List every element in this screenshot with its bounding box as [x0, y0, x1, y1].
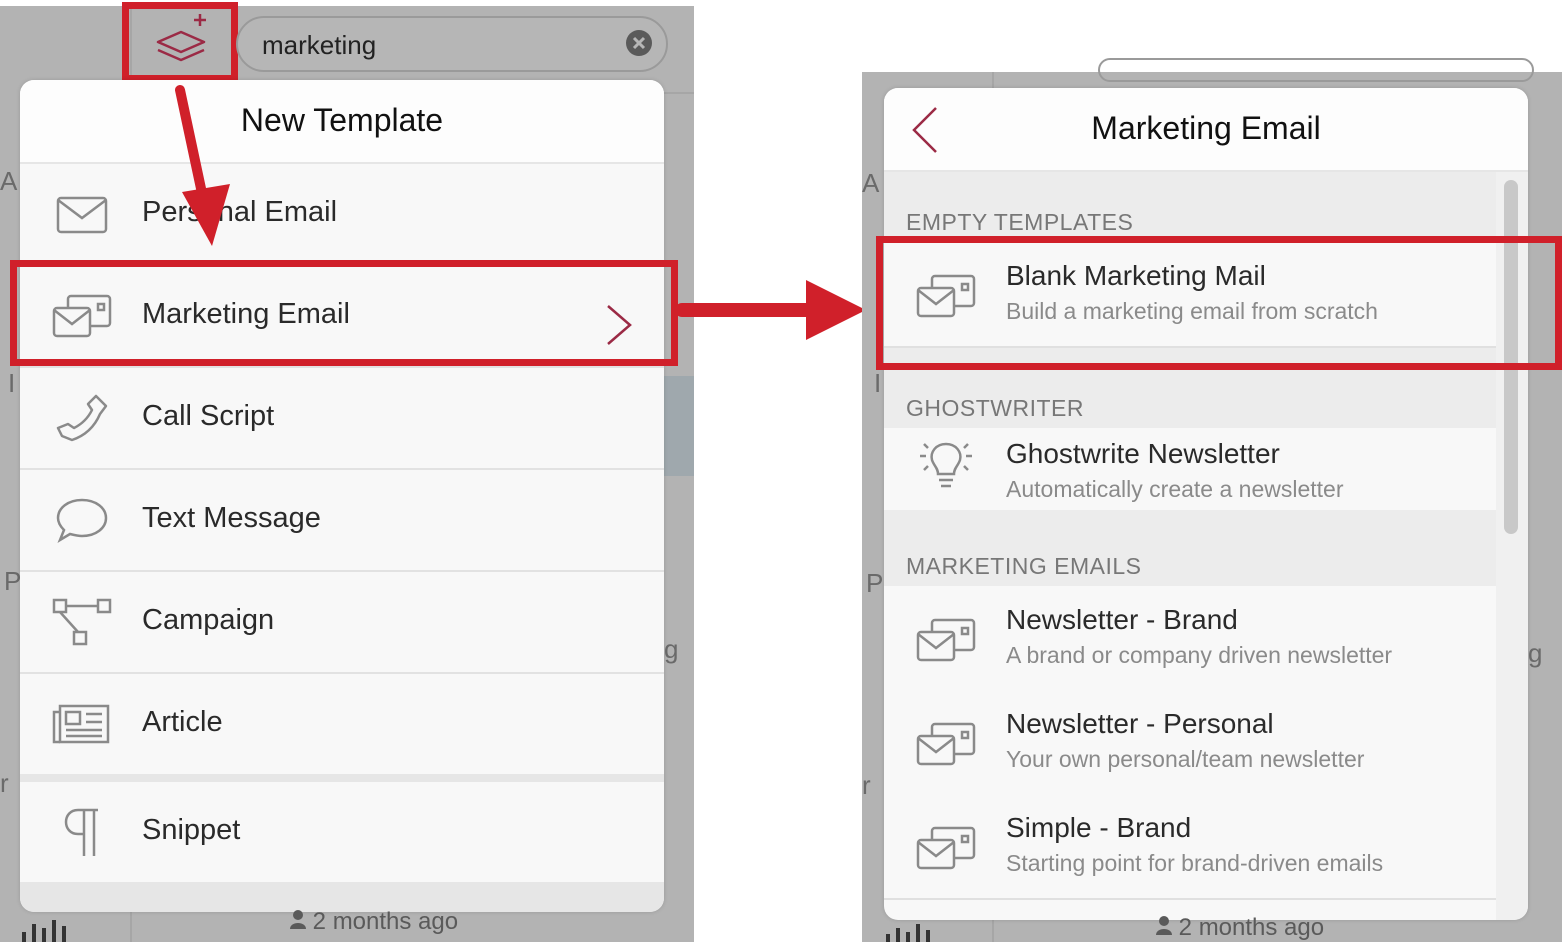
search-input[interactable] [262, 28, 612, 62]
lightbulb-icon [920, 442, 972, 488]
chart-icon [884, 920, 934, 942]
marketing-mail-icon [916, 618, 976, 662]
template-newsletter-personal[interactable]: Newsletter - Personal Your own personal/… [884, 690, 1496, 796]
phone-icon [56, 394, 108, 442]
new-template-popover: New Template Personal Email Marketing Em… [20, 80, 664, 912]
menu-item-personal-email[interactable]: Personal Email [20, 164, 664, 266]
clear-search-icon[interactable] [626, 30, 652, 56]
menu-item-article[interactable]: Article [20, 674, 664, 776]
highlight-new-template [122, 2, 238, 82]
menu-item-text-message[interactable]: Text Message [20, 470, 664, 572]
menu-item-campaign[interactable]: Campaign [20, 572, 664, 674]
timestamp-text: 2 months ago [312, 908, 459, 935]
popover-title: New Template [240, 102, 444, 138]
highlight-marketing-email [10, 260, 678, 366]
menu-item-label: Text Message [142, 502, 321, 534]
newspaper-icon [52, 704, 110, 744]
pilcrow-icon [64, 808, 98, 856]
template-subtitle: A brand or company driven newsletter [1006, 642, 1393, 668]
template-simple-brand[interactable]: Simple - Brand Starting point for brand-… [884, 794, 1496, 900]
user-icon [290, 908, 306, 929]
menu-item-label: Call Script [142, 400, 275, 432]
template-title: Simple - Brand [1006, 812, 1192, 843]
timestamp-text: 2 months ago [1178, 914, 1325, 941]
chart-icon [20, 914, 70, 942]
menu-item-snippet[interactable]: Snippet [20, 782, 664, 884]
timestamp-left: 2 months ago [290, 908, 458, 936]
menu-item-label: Article [142, 706, 223, 738]
template-subtitle: Your own personal/team newsletter [1006, 746, 1365, 772]
search-bar[interactable] [236, 16, 668, 72]
user-icon [1156, 914, 1172, 935]
menu-item-call-script[interactable]: Call Script [20, 368, 664, 470]
section-heading-empty-templates: Empty Templates [884, 172, 1496, 242]
template-title: Ghostwrite Newsletter [1006, 438, 1280, 469]
template-newsletter-brand[interactable]: Newsletter - Brand A brand or company dr… [884, 586, 1496, 692]
annotation-arrow-down [175, 85, 230, 246]
marketing-email-popover: Marketing Email Empty Templates Blank Ma… [884, 88, 1528, 920]
template-subtitle: Automatically create a newsletter [1006, 476, 1344, 502]
section-heading-marketing-emails: Marketing Emails [884, 510, 1496, 586]
template-subtitle: Starting point for brand-driven emails [1006, 850, 1384, 876]
highlight-blank-marketing-mail [876, 236, 1562, 370]
popover-header: Marketing Email [884, 88, 1528, 172]
speech-bubble-icon [56, 498, 108, 543]
envelope-icon [56, 196, 108, 234]
marketing-mail-icon [916, 826, 976, 870]
section-divider [20, 774, 664, 782]
timestamp-right: 2 months ago [1156, 914, 1324, 942]
menu-item-label: Snippet [142, 814, 241, 846]
popover-title: Marketing Email [1091, 110, 1321, 146]
marketing-mail-icon [916, 722, 976, 766]
flow-diagram-icon [52, 598, 112, 646]
template-ghostwrite-newsletter[interactable]: Ghostwrite Newsletter Automatically crea… [884, 428, 1496, 510]
popover-header: New Template [20, 80, 664, 164]
template-title: Newsletter - Brand [1006, 604, 1238, 635]
annotation-arrow-right [676, 280, 866, 340]
menu-item-label: Campaign [142, 604, 275, 636]
template-title: Newsletter - Personal [1006, 708, 1274, 739]
